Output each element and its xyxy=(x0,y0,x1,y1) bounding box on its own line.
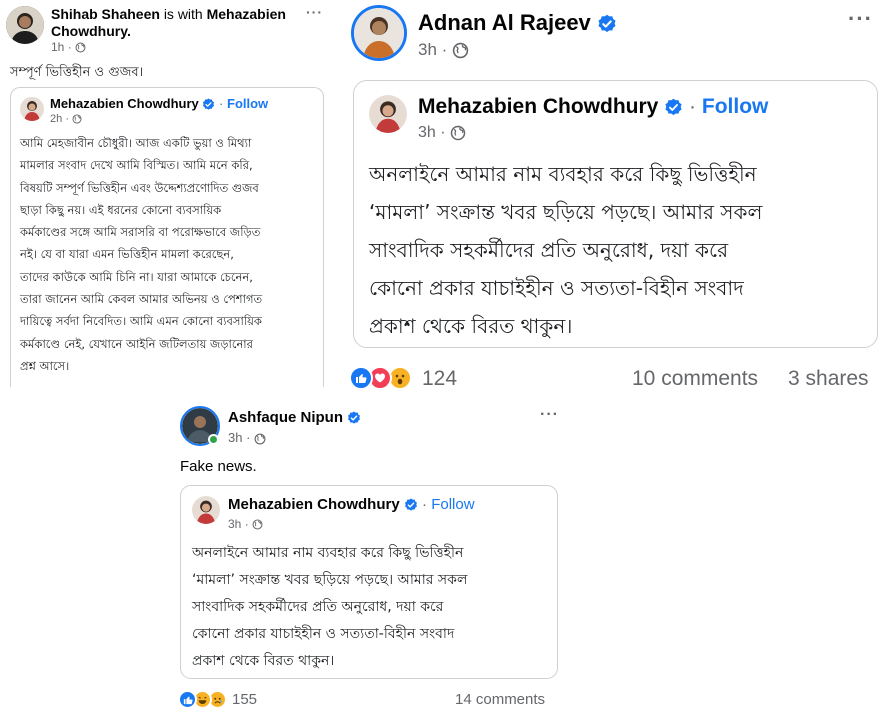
avatar-shihab[interactable] xyxy=(6,6,44,44)
author-name[interactable]: Shihab Shaheen xyxy=(51,6,160,22)
globe-icon xyxy=(254,433,266,445)
globe-icon xyxy=(252,519,263,530)
reactions-count[interactable]: 124 xyxy=(422,367,457,391)
shared-text-line: নই। যে বা যারা এমন ভিত্তিহীন মামলা করেছে… xyxy=(20,247,234,262)
shared-text-line: সাংবাদিক সহকর্মীদের প্রতি অনুরোধ, দয়া ক… xyxy=(369,238,729,262)
shared-text-line: ছাড়া কিছু নয়। এই ধরনের কোনো ব্যবসায়িক xyxy=(20,202,222,217)
more-options-icon[interactable]: ··· xyxy=(848,6,873,32)
comments-count[interactable]: 14 comments xyxy=(455,691,545,708)
avatar-person-icon xyxy=(20,97,44,121)
verified-badge-icon xyxy=(404,498,418,512)
globe-icon xyxy=(450,125,466,141)
avatar-adnan[interactable] xyxy=(351,5,407,61)
avatar-person-icon xyxy=(192,496,220,524)
follow-button[interactable]: Follow xyxy=(702,95,769,118)
shared-text-line: অনলাইনে আমার নাম ব্যবহার করে কিছু ভিত্তি… xyxy=(369,162,757,186)
more-options-icon[interactable]: ··· xyxy=(306,4,323,20)
shared-text-line: ‘মামলা’ সংক্রান্ত খবর ছড়িয়ে পড়ছে। আমা… xyxy=(192,572,468,588)
shared-text-line: কোনো প্রকার যাচাইহীন ও সত্যতা-বিহীন সংবা… xyxy=(369,276,744,300)
post-text: সম্পূর্ণ ভিত্তিহীন ও গুজব। xyxy=(10,65,144,80)
with-text: is with xyxy=(163,6,203,22)
comments-count[interactable]: 10 comments xyxy=(632,367,758,391)
globe-icon xyxy=(72,114,82,124)
shared-text-line: প্রকাশ থেকে বিরত থাকুন। xyxy=(192,653,335,669)
shared-text-line: অনলাইনে আমার নাম ব্যবহার করে কিছু ভিত্তি… xyxy=(192,545,464,561)
shared-text-line: কোনো প্রকার যাচাইহীন ও সত্যতা-বিহীন সংবা… xyxy=(192,626,455,642)
post-time[interactable]: 3h xyxy=(228,430,242,445)
avatar-person-icon xyxy=(369,95,407,133)
globe-icon xyxy=(75,42,86,53)
shared-text-line: দায়িত্বে সর্বদা নিবেদিত। আমি এমন কোনো ব… xyxy=(20,314,262,329)
more-options-icon[interactable]: ··· xyxy=(540,406,559,424)
shared-text-line: কর্মকাণ্ডে নেই, যেখানে আইনি জটিলতায় জড়… xyxy=(20,336,253,351)
shared-text-line: আমি মেহজাবীন চৌধুরী। আজ একটি ভুয়া ও মিথ… xyxy=(20,136,252,150)
like-reaction-icon xyxy=(178,690,197,709)
shared-post-time[interactable]: 3h xyxy=(228,517,241,531)
shared-text-line: তারা জানেন আমি কেবল আমার অভিনয় ও পেশাগত xyxy=(20,292,263,307)
verified-badge-icon xyxy=(347,411,361,425)
author-name[interactable]: Adnan Al Rajeev xyxy=(418,10,591,35)
like-reaction-icon xyxy=(349,366,373,390)
post-time[interactable]: 3h xyxy=(418,40,437,59)
avatar-person-icon xyxy=(6,6,44,44)
globe-icon xyxy=(452,42,469,59)
post-text: Fake news. xyxy=(180,458,257,475)
tagged-name-line1[interactable]: Mehazabien xyxy=(207,6,286,22)
avatar-person-icon xyxy=(354,8,404,58)
follow-button[interactable]: Follow xyxy=(227,96,268,111)
shared-text-line: প্রকাশ থেকে বিরত থাকুন। xyxy=(369,314,573,338)
shared-post-card[interactable]: Mehazabien Chowdhury · Follow 3h · অনলাই… xyxy=(180,485,558,679)
follow-button[interactable]: Follow xyxy=(431,496,474,513)
shared-post-time[interactable]: 2h xyxy=(50,113,62,125)
avatar-mehazabien[interactable] xyxy=(192,496,220,524)
shared-text-line: প্রশ্ন আসে। xyxy=(20,358,70,373)
online-status-indicator xyxy=(208,434,219,445)
tagged-name-line2[interactable]: Chowdhury. xyxy=(51,23,131,39)
post-time[interactable]: 1h xyxy=(51,40,64,54)
verified-badge-icon xyxy=(597,14,617,34)
shared-post-card[interactable]: Mehazabien Chowdhury · Follow 3h · অনলাই… xyxy=(353,80,878,348)
avatar-ashfaque[interactable] xyxy=(180,406,220,446)
shared-author-name[interactable]: Mehazabien Chowdhury xyxy=(418,95,658,118)
verified-badge-icon xyxy=(202,98,215,111)
shared-text-line: বিষয়টি সম্পূর্ণ ভিত্তিহীন এবং উদ্দেশ্যপ… xyxy=(20,180,259,195)
shares-count[interactable]: 3 shares xyxy=(788,367,869,391)
shared-text-line: মামলার সংবাদ দেখে আমি বিস্মিত। আমি মনে ক… xyxy=(20,158,253,173)
shared-text-line: তাদের কাউকে আমি চিনি না। যারা আমাকে চেনে… xyxy=(20,269,253,284)
avatar-mehazabien[interactable] xyxy=(20,97,44,121)
shared-post-card[interactable]: Mehazabien Chowdhury · Follow 2h · আমি ম… xyxy=(10,87,324,387)
shared-text-line: কর্মকাণ্ডের সঙ্গে আমি সরাসরি বা পরোক্ষভা… xyxy=(20,225,261,240)
verified-badge-icon xyxy=(664,98,683,117)
author-name[interactable]: Ashfaque Nipun xyxy=(228,409,343,426)
shared-text-line: সাংবাদিক সহকর্মীদের প্রতি অনুরোধ, দয়া ক… xyxy=(192,599,444,615)
shared-author-name[interactable]: Mehazabien Chowdhury xyxy=(228,496,400,513)
avatar-mehazabien[interactable] xyxy=(369,95,407,133)
shared-post-time[interactable]: 3h xyxy=(418,124,436,141)
reactions-count[interactable]: 155 xyxy=(232,691,257,708)
shared-author-name[interactable]: Mehazabien Chowdhury xyxy=(50,96,199,111)
shared-text-line: ‘মামলা’ সংক্রান্ত খবর ছড়িয়ে পড়ছে। আমা… xyxy=(369,200,763,224)
